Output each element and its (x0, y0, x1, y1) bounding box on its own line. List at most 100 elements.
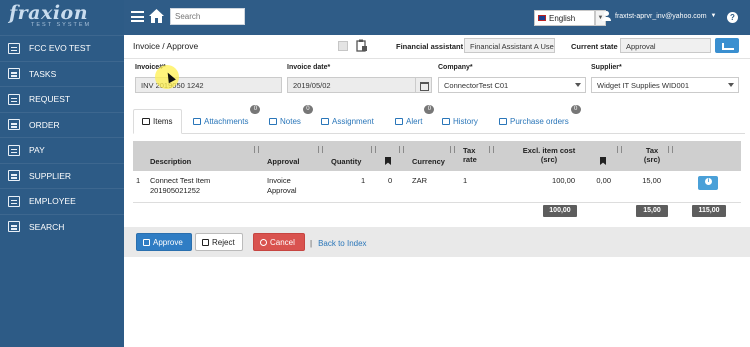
chart-button[interactable] (715, 38, 739, 53)
count-badge: 0 (424, 105, 435, 114)
search-input[interactable] (170, 8, 245, 25)
tab-label: Purchase orders (510, 117, 569, 126)
company-select[interactable]: ConnectorTest C01 (438, 77, 586, 93)
supplier-label: Supplier* (591, 64, 622, 71)
link-icon (499, 118, 507, 125)
sidebar: fraxion TEST SYSTEM FCC EVO TEST TASKS R… (0, 0, 124, 347)
list-icon (8, 68, 20, 80)
credit-card-icon (8, 144, 20, 156)
sidebar-item-pay[interactable]: PAY (0, 137, 124, 163)
financial-assistant-field[interactable]: Financial Assistant A Use (464, 38, 555, 53)
help-icon[interactable]: ? (727, 12, 738, 23)
language-value: English (549, 13, 576, 23)
cancel-icon (260, 238, 267, 246)
sidebar-item-order[interactable]: ORDER (0, 111, 124, 138)
sidebar-item-label: SEARCH (29, 221, 65, 232)
count-badge: 0 (302, 105, 313, 114)
sidebar-item-label: SUPPLIER (29, 170, 72, 181)
sort-icon[interactable] (616, 146, 623, 154)
main-content: Invoice / Approve Financial assistant Fi… (124, 35, 750, 347)
supplier-select[interactable]: Widget IT Supplies WID001 (591, 77, 739, 93)
sort-icon[interactable] (370, 146, 377, 154)
row-flag-value: 0 (388, 176, 393, 185)
info-button[interactable] (698, 176, 718, 190)
sidebar-item-label: PAY (29, 145, 45, 156)
tab-label: Alert (406, 117, 423, 126)
user-menu[interactable]: fraxtst-aprvr_inv@yahoo.com ▼ (602, 11, 716, 21)
supplier-value: Widget IT Supplies WID001 (597, 81, 689, 90)
sidebar-item-request[interactable]: REQUEST (0, 86, 124, 112)
sort-icon[interactable] (488, 146, 495, 154)
invoice-date-field[interactable]: 2019/05/02 (287, 77, 416, 93)
thumbs-up-icon (143, 238, 150, 246)
sidebar-item-tasks[interactable]: TASKS (0, 60, 124, 87)
tab-items[interactable]: Items (133, 109, 182, 134)
grid-icon (8, 170, 20, 182)
approve-button[interactable]: Approve (136, 233, 192, 251)
bookmark-icon (385, 157, 391, 165)
comment-icon (269, 118, 277, 125)
sidebar-item-search[interactable]: SEARCH (0, 213, 124, 240)
logo[interactable]: fraxion TEST SYSTEM (0, 0, 124, 35)
sort-icon[interactable] (667, 146, 674, 154)
cancel-button[interactable]: Cancel (253, 233, 305, 251)
sort-icon[interactable] (317, 146, 324, 154)
financial-assistant-label: Financial assistant (396, 42, 464, 51)
row-tax: 15,00 (642, 176, 661, 185)
column-header-tax[interactable]: Tax (src) (641, 146, 663, 164)
sidebar-item-label: FCC EVO TEST (29, 43, 91, 54)
column-header-excl-cost[interactable]: Excl. item cost (src) (515, 146, 583, 164)
clipboard-icon[interactable] (356, 39, 368, 52)
sidebar-item-fcc-evo-test[interactable]: FCC EVO TEST (0, 35, 124, 61)
tab-label: Items (153, 117, 173, 126)
sort-icon[interactable] (253, 146, 260, 154)
sidebar-item-employee[interactable]: EMPLOYEE (0, 188, 124, 214)
top-bar: English ▼ fraxtst-aprvr_inv@yahoo.com ▼ … (124, 0, 750, 35)
tab-purchase-orders[interactable]: Purchase orders 0 (491, 105, 581, 134)
sidebar-item-label: REQUEST (29, 94, 71, 105)
tab-attachments[interactable]: Attachments 0 (185, 105, 261, 134)
inbox-icon (8, 93, 20, 105)
cart-icon (8, 119, 20, 131)
chevron-down-icon (728, 83, 734, 87)
row-flag-amount: 0,00 (596, 176, 611, 185)
exchange-icon (321, 118, 329, 125)
count-badge: 0 (250, 105, 261, 114)
history-icon (442, 118, 450, 125)
tab-assignment[interactable]: Assignment (313, 109, 382, 134)
tab-alert[interactable]: Alert 0 (387, 105, 435, 134)
back-to-index-link[interactable]: | Back to Index (310, 239, 367, 248)
logo-text: fraxion (9, 2, 89, 24)
sort-icon[interactable] (398, 146, 405, 154)
user-icon (602, 11, 611, 21)
calendar-icon[interactable] (415, 77, 432, 93)
tab-label: Attachments (204, 117, 249, 126)
tab-notes[interactable]: Notes 0 (261, 105, 313, 134)
menu-icon[interactable] (131, 11, 144, 22)
sidebar-item-label: ORDER (29, 119, 60, 130)
row-currency: ZAR (412, 176, 427, 185)
reject-button[interactable]: Reject (195, 233, 243, 251)
column-header-tax-rate[interactable]: Tax rate (463, 146, 487, 164)
column-header-quantity[interactable]: Quantity (331, 157, 361, 166)
invoice-date-label: Invoice date* (287, 64, 331, 71)
reject-label: Reject (212, 237, 235, 247)
column-header-description[interactable]: Description (150, 157, 191, 166)
tab-label: Notes (280, 117, 301, 126)
row-quantity: 1 (361, 176, 366, 185)
divider: | (310, 239, 313, 248)
column-header-approval[interactable]: Approval (267, 157, 300, 166)
warning-icon (395, 118, 403, 125)
sidebar-item-supplier[interactable]: SUPPLIER (0, 162, 124, 189)
table-row[interactable]: 1 Connect Test Item 201905021252 Invoice… (133, 171, 741, 203)
sort-icon[interactable] (449, 146, 456, 154)
user-email: fraxtst-aprvr_inv@yahoo.com (615, 12, 707, 20)
home-icon[interactable] (149, 9, 164, 23)
column-header-currency[interactable]: Currency (412, 157, 445, 166)
sidebar-item-label: TASKS (29, 68, 57, 79)
language-select[interactable]: English ▼ (534, 10, 606, 26)
uk-flag-icon (538, 15, 546, 21)
breadcrumb: Invoice / Approve (133, 41, 199, 51)
tab-history[interactable]: History (434, 109, 486, 134)
checkbox[interactable] (338, 41, 348, 51)
